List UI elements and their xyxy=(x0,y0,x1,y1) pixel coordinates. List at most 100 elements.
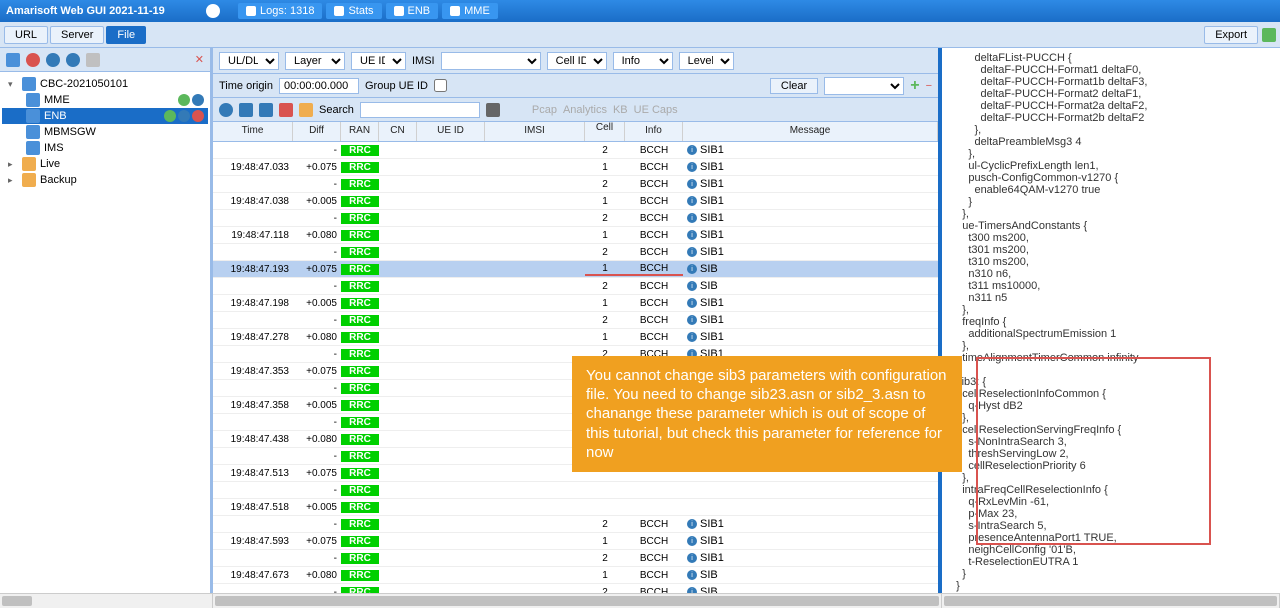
alert-icon[interactable] xyxy=(299,103,313,117)
cell-info: BCCH xyxy=(625,213,683,224)
log-row[interactable]: -RRC2BCCHiSIB1 xyxy=(213,210,938,227)
tree-live[interactable]: ▸ Live xyxy=(2,156,208,172)
cell-diff: - xyxy=(293,315,341,326)
tab-label: Stats xyxy=(348,5,373,17)
info-icon: i xyxy=(687,179,697,189)
log-row[interactable]: 19:48:47.278+0.080RRC1BCCHiSIB1 xyxy=(213,329,938,346)
group-ueid-checkbox[interactable] xyxy=(434,79,447,92)
log-row[interactable]: -RRC2BCCHiSIB1 xyxy=(213,312,938,329)
col-info[interactable]: Info xyxy=(625,122,683,141)
header-tab-mme[interactable]: MME xyxy=(442,3,498,19)
time-origin-input[interactable] xyxy=(279,78,359,94)
cell-time: 19:48:47.518 xyxy=(213,502,293,513)
uldl-select[interactable]: UL/DL xyxy=(219,52,279,70)
tree-item-mme[interactable]: MME xyxy=(2,92,208,108)
log-row[interactable]: -RRC xyxy=(213,482,938,499)
col-cell[interactable]: Cell xyxy=(585,122,625,141)
log-row[interactable]: -RRC2BCCHiSIB1 xyxy=(213,516,938,533)
remove-filter-icon[interactable]: − xyxy=(926,80,932,92)
detail-panel[interactable]: deltaFList-PUCCH { deltaF-PUCCH-Format1 … xyxy=(942,48,1280,608)
cell-diff: +0.075 xyxy=(293,264,341,275)
warning-icon[interactable] xyxy=(279,103,293,117)
wrench-icon[interactable] xyxy=(6,53,20,67)
tree-item-ims[interactable]: IMS xyxy=(2,140,208,156)
tool-icon[interactable] xyxy=(86,53,100,67)
tree-item-mbmsgw[interactable]: MBMSGW xyxy=(2,124,208,140)
folder-icon xyxy=(22,173,36,187)
col-ueid[interactable]: UE ID xyxy=(417,122,485,141)
cell-cell: 2 xyxy=(585,179,625,190)
url-button[interactable]: URL xyxy=(4,26,48,44)
info-icon: i xyxy=(687,570,697,580)
filter-preset-select[interactable] xyxy=(824,77,904,95)
add-filter-icon[interactable]: + xyxy=(910,77,919,95)
config-tree: ▾ CBC-2021050101 MMEENBMBMSGWIMS ▸ Live … xyxy=(0,72,210,192)
close-icon[interactable]: ✕ xyxy=(195,53,204,66)
log-row[interactable]: 19:48:47.673+0.080RRC1BCCHiSIB xyxy=(213,567,938,584)
col-imsi[interactable]: IMSI xyxy=(485,122,585,141)
play-icon[interactable] xyxy=(66,53,80,67)
cell-info: BCCH xyxy=(625,196,683,207)
time-origin-label: Time origin xyxy=(219,80,273,92)
log-row[interactable]: 19:48:47.118+0.080RRC1BCCHiSIB1 xyxy=(213,227,938,244)
binoculars-icon[interactable] xyxy=(486,103,500,117)
search-input[interactable] xyxy=(360,102,480,118)
cell-cell: 1 xyxy=(585,196,625,207)
ueid-select[interactable]: UE ID xyxy=(351,52,406,70)
msg-text: SIB1 xyxy=(700,331,724,343)
stop-icon[interactable] xyxy=(26,53,40,67)
layer-select[interactable]: Layer xyxy=(285,52,345,70)
info-icon: i xyxy=(687,162,697,172)
next-icon[interactable] xyxy=(259,103,273,117)
level-select[interactable]: Level xyxy=(679,52,734,70)
msg-text: SIB1 xyxy=(700,195,724,207)
cell-time: 19:48:47.198 xyxy=(213,298,293,309)
tree-backup[interactable]: ▸ Backup xyxy=(2,172,208,188)
cell-info: BCCH xyxy=(625,519,683,530)
info-select[interactable]: Info xyxy=(613,52,673,70)
header-tab-stats[interactable]: Stats xyxy=(326,3,381,19)
header-tab-enb[interactable]: ENB xyxy=(386,3,439,19)
log-row[interactable]: -RRC2BCCHiSIB xyxy=(213,278,938,295)
app-title: Amarisoft Web GUI 2021-11-19 xyxy=(6,5,206,17)
log-row[interactable]: 19:48:47.193+0.075RRC1BCCHiSIB xyxy=(213,261,938,278)
reload-icon[interactable] xyxy=(46,53,60,67)
cell-ran: RRC xyxy=(341,315,379,326)
file-button[interactable]: File xyxy=(106,26,146,44)
log-row[interactable]: 19:48:47.518+0.005RRC xyxy=(213,499,938,516)
collapse-icon[interactable] xyxy=(206,4,220,18)
log-row[interactable]: -RRC2BCCHiSIB1 xyxy=(213,244,938,261)
msg-text: SIB1 xyxy=(700,314,724,326)
log-row[interactable]: 19:48:47.033+0.075RRC1BCCHiSIB1 xyxy=(213,159,938,176)
prev-icon[interactable] xyxy=(239,103,253,117)
imsi-select[interactable] xyxy=(441,52,541,70)
export-button[interactable]: Export xyxy=(1204,26,1258,44)
log-row[interactable]: -RRC2BCCHiSIB1 xyxy=(213,550,938,567)
tree-item-enb[interactable]: ENB xyxy=(2,108,208,124)
log-row[interactable]: -RRC2BCCHiSIB1 xyxy=(213,176,938,193)
col-cn[interactable]: CN xyxy=(379,122,417,141)
log-row[interactable]: 19:48:47.593+0.075RRC1BCCHiSIB1 xyxy=(213,533,938,550)
refresh-icon[interactable] xyxy=(1262,28,1276,42)
header-tab-logs[interactable]: Logs: 1318 xyxy=(238,3,322,19)
kb-button: KB xyxy=(613,104,628,116)
log-row[interactable]: -RRC2BCCHiSIB1 xyxy=(213,142,938,159)
msg-text: SIB1 xyxy=(700,246,724,258)
cell-info: BCCH xyxy=(625,298,683,309)
info-icon: i xyxy=(687,264,697,274)
server-button[interactable]: Server xyxy=(50,26,104,44)
bottom-scrollbar[interactable] xyxy=(0,593,1280,608)
log-row[interactable]: 19:48:47.038+0.005RRC1BCCHiSIB1 xyxy=(213,193,938,210)
col-message[interactable]: Message xyxy=(683,122,938,141)
refresh-icon[interactable] xyxy=(219,103,233,117)
main-toolbar: URLServerFile Export xyxy=(0,22,1280,48)
tree-root[interactable]: ▾ CBC-2021050101 xyxy=(2,76,208,92)
cell-ran: RRC xyxy=(341,519,379,530)
clear-button[interactable]: Clear xyxy=(770,78,818,94)
cell-ran: RRC xyxy=(341,485,379,496)
log-row[interactable]: 19:48:47.198+0.005RRC1BCCHiSIB1 xyxy=(213,295,938,312)
col-diff[interactable]: Diff xyxy=(293,122,341,141)
col-time[interactable]: Time xyxy=(213,122,293,141)
col-ran[interactable]: RAN xyxy=(341,122,379,141)
cellid-select[interactable]: Cell ID xyxy=(547,52,607,70)
